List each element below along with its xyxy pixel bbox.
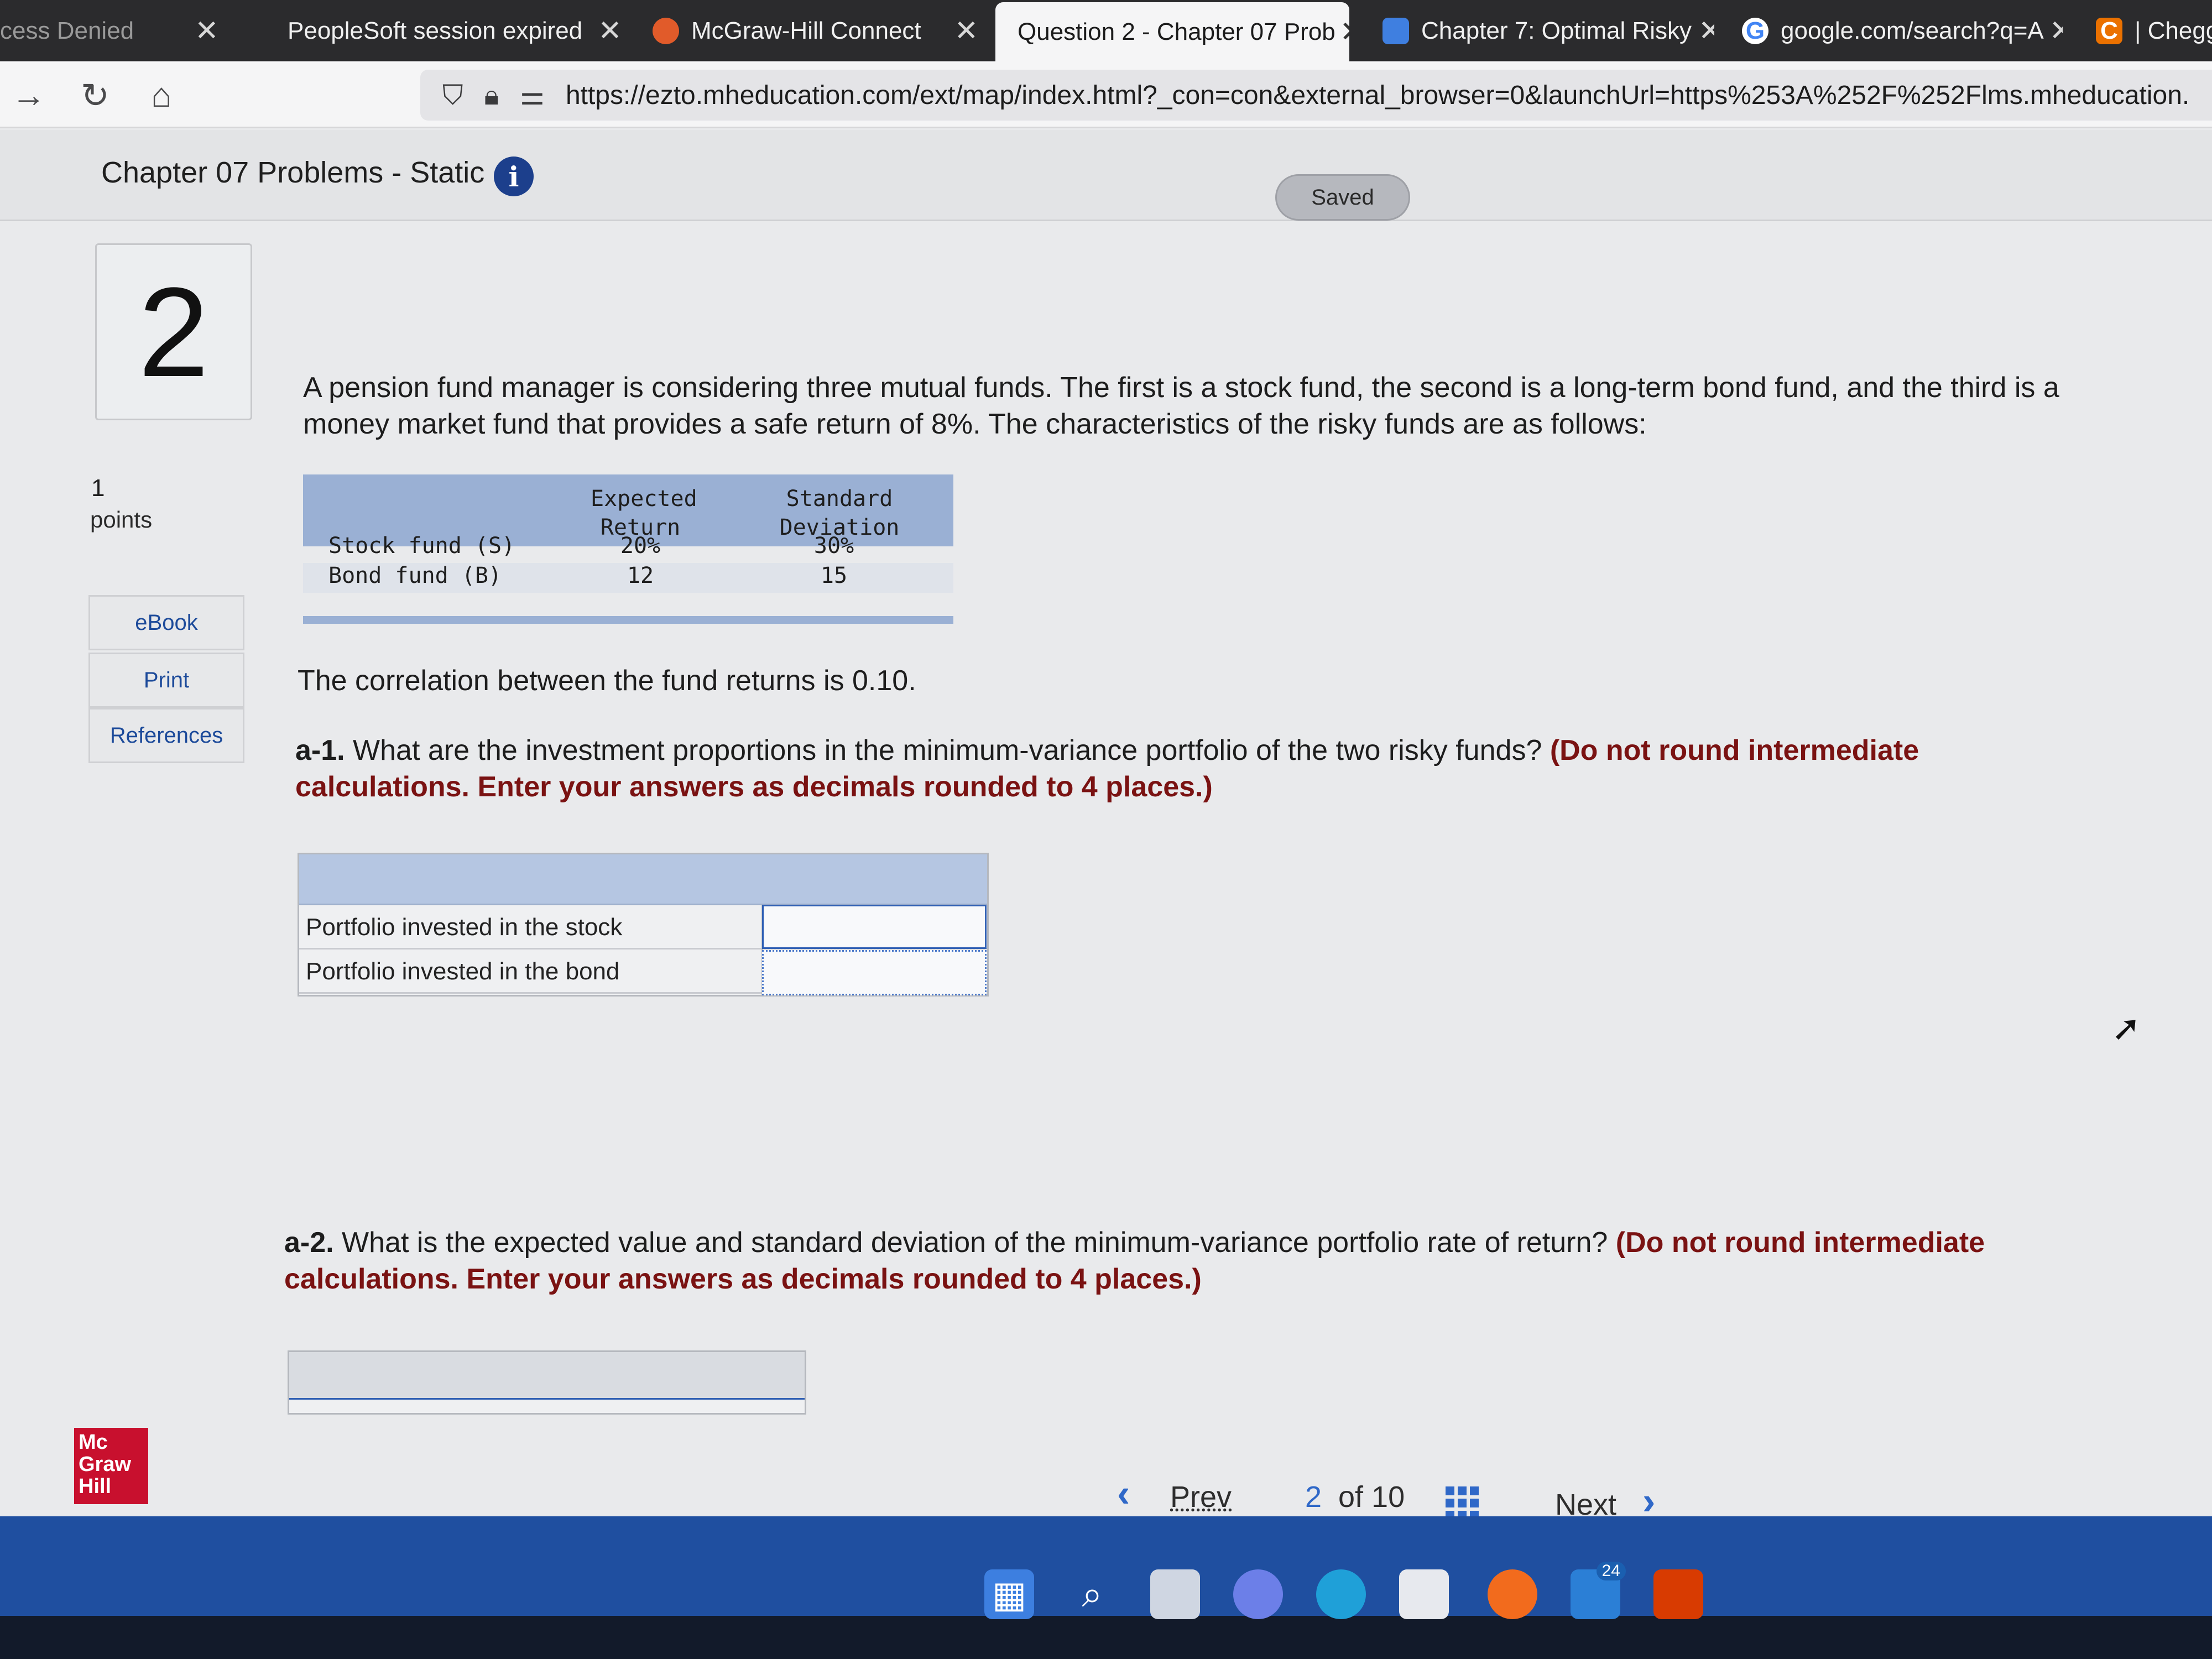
tab-chapter-7[interactable]: Chapter 7: Optimal Risky ✕ [1360,0,1714,62]
google-favicon-icon: G [1742,17,1768,44]
question-grid-icon[interactable] [1446,1486,1479,1520]
saved-status-badge: Saved [1275,174,1410,221]
edge-icon[interactable] [1316,1569,1366,1619]
tab-chegg[interactable]: C | Chegg [2074,0,2212,62]
shield-icon[interactable]: ⛉ [442,79,463,112]
assignment-title: Chapter 07 Problems - Static [101,156,485,189]
search-icon[interactable]: ⌕ [1067,1569,1117,1619]
question-count-label: of 10 [1338,1480,1405,1514]
expected-return-value: 20% [620,533,661,559]
start-icon[interactable]: ▦ [984,1569,1034,1619]
reload-icon[interactable]: ↻ [74,74,116,116]
answer-table-a2 [288,1350,806,1415]
tab-question-2[interactable]: Question 2 - Chapter 07 Prob ✕ [995,2,1349,62]
office-icon[interactable] [1653,1569,1703,1619]
close-icon[interactable]: ✕ [1698,14,1714,48]
permissions-icon[interactable]: ⚌ [520,79,545,111]
row-label: Stock fund (S) [328,533,515,559]
question-a1: a-1. What are the investment proportions… [295,732,2043,805]
assignment-header: Chapter 07 Problems - Static i Saved [0,130,2212,221]
std-dev-value: 15 [820,563,848,588]
page-favicon-icon [1383,18,1409,44]
tab-label: cess Denied [0,17,134,44]
question-number: 2 [95,243,252,420]
tab-label: | Chegg [2135,17,2212,44]
file-explorer-icon[interactable] [1150,1569,1200,1619]
tab-access-denied[interactable]: cess Denied ✕ [0,0,232,62]
answer-row-label: Portfolio invested in the bond [306,958,620,985]
print-button[interactable]: Print [88,653,244,708]
logo-line: Hill [79,1475,112,1498]
std-dev-value: 30% [813,533,854,559]
mail-badge: 24 [1596,1562,1626,1580]
mail-icon[interactable]: 24 [1571,1562,1626,1619]
taskbar-shadow [0,1616,2212,1659]
header-line: Expected [591,486,697,512]
answer-row-label: Portfolio invested in the stock [306,914,623,941]
logo-line: Graw [79,1453,132,1476]
connect-favicon-icon [653,18,679,44]
part-text: What are the investment proportions in t… [345,734,1550,766]
browser-tab-strip: cess Denied ✕ PeopleSoft session expired… [0,0,2212,62]
fund-characteristics-table: Expected Return Standard Deviation Stock… [303,474,953,629]
browser-toolbar: → ↻ ⌂ ⛉ 🔒︎ ⚌ https://ezto.mheducation.co… [0,62,2212,128]
tab-label: Question 2 - Chapter 07 Prob [1018,18,1335,45]
points-label: points [90,507,153,533]
close-icon[interactable]: ✕ [598,14,619,48]
current-question-number: 2 [1305,1480,1322,1514]
part-tag: a-1. [295,734,345,766]
table-row-bond: Bond fund (B) 12 15 [303,563,953,593]
correlation-text: The correlation between the fund returns… [298,665,916,697]
answer-table-header [289,1352,805,1400]
logo-line: Mc [79,1431,108,1454]
points-value: 1 [91,474,105,502]
references-button[interactable]: References [88,708,244,763]
part-tag: a-2. [284,1227,334,1259]
tab-label: Chapter 7: Optimal Risky [1421,17,1692,44]
close-icon[interactable]: ✕ [1340,15,1349,49]
close-icon[interactable]: ✕ [954,14,979,48]
prev-chevron-icon[interactable]: ‹ [1117,1471,1130,1515]
tab-mcgraw-hill-connect[interactable]: McGraw-Hill Connect ✕ [630,0,984,62]
firefox-icon[interactable] [1488,1569,1537,1619]
row-label: Bond fund (B) [328,563,502,588]
answer-table-header [299,854,987,905]
mcgraw-hill-logo: Mc Graw Hill [74,1428,148,1504]
expected-return-value: 12 [627,563,654,588]
url-text[interactable]: https://ezto.mheducation.com/ext/map/ind… [566,80,2189,111]
close-icon[interactable]: ✕ [2049,14,2063,48]
tab-label: PeopleSoft session expired [288,17,583,44]
tab-google-search[interactable]: G google.com/search?q=A ✕ [1720,0,2063,62]
home-icon[interactable]: ⌂ [140,74,182,116]
chegg-favicon-icon: C [2096,17,2122,44]
tab-peoplesoft[interactable]: PeopleSoft session expired ✕ [265,0,619,62]
table-row-stock: Stock fund (S) 20% 30% [303,533,953,563]
lock-icon[interactable]: 🔒︎ [484,79,499,112]
forward-icon[interactable]: → [8,74,50,116]
store-icon[interactable] [1399,1569,1449,1619]
ebook-button[interactable]: eBook [88,595,244,650]
bond-proportion-input[interactable] [762,950,987,995]
question-intro: A pension fund manager is considering th… [303,372,2059,440]
info-icon[interactable]: i [494,156,534,196]
close-icon[interactable]: ✕ [195,14,219,48]
tab-label: google.com/search?q=A [1781,17,2044,44]
address-bar[interactable]: ⛉ 🔒︎ ⚌ https://ezto.mheducation.com/ext/… [420,70,2212,121]
prev-button[interactable]: Prev [1170,1480,1232,1514]
stock-proportion-input[interactable] [762,905,987,949]
table-footer-rule [303,616,953,624]
tab-label: McGraw-Hill Connect [691,17,921,44]
chat-icon[interactable] [1233,1569,1283,1619]
part-text: What is the expected value and standard … [333,1227,1616,1259]
mouse-cursor-icon: ➚ [2111,1008,2141,1048]
header-line: Standard [786,486,893,512]
question-a2: a-2. What is the expected value and stan… [284,1224,2065,1297]
